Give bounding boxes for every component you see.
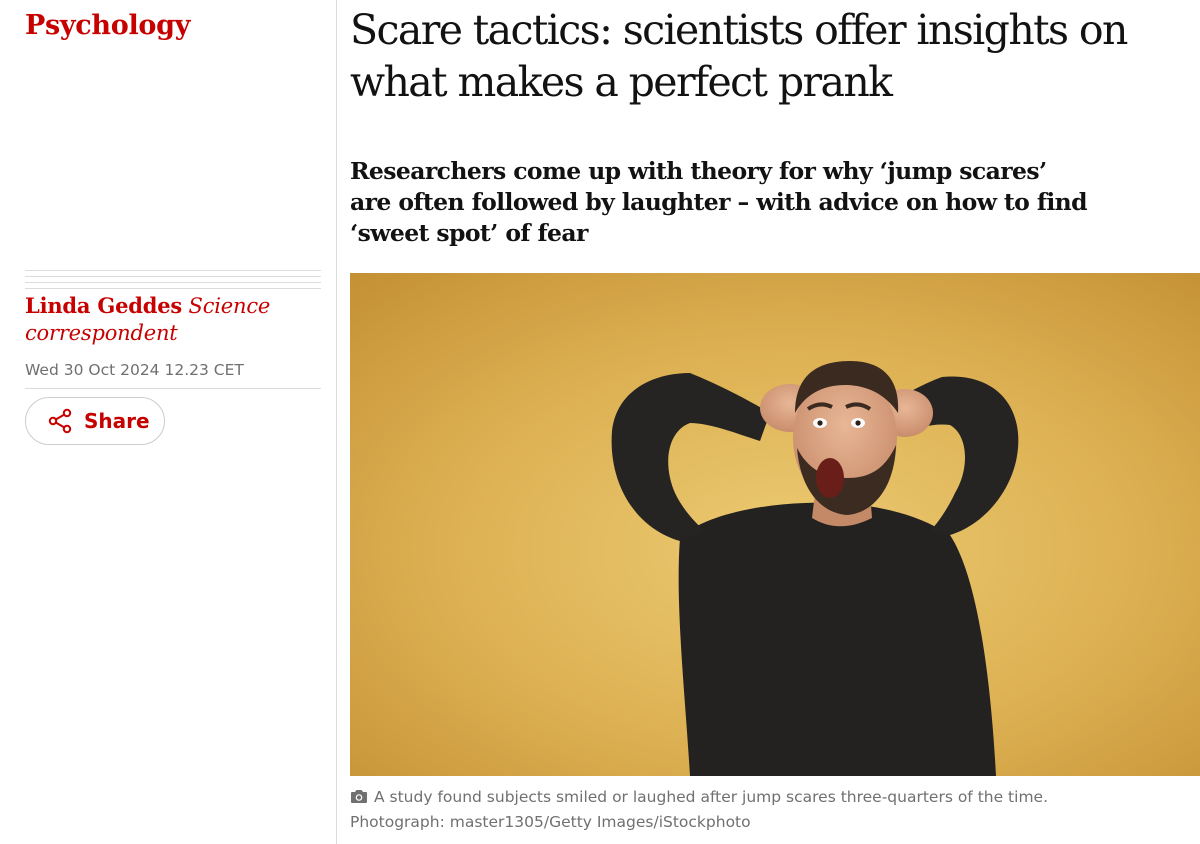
date-divider [25, 388, 321, 389]
article-headline: Scare tactics: scientists offer insights… [350, 6, 1128, 106]
left-column: Psychology Linda Geddes Science correspo… [0, 0, 336, 844]
photo-credit: Photograph: master1305/Getty Images/iSto… [350, 813, 751, 831]
byline: Linda Geddes Science correspondent [25, 292, 325, 347]
share-icon [46, 407, 74, 435]
share-label: Share [84, 409, 150, 433]
publish-date: Wed 30 Oct 2024 12.23 CET [25, 361, 244, 379]
camera-icon [350, 788, 368, 811]
share-button[interactable]: Share [25, 397, 165, 445]
author-link[interactable]: Linda Geddes [25, 293, 182, 318]
column-divider [336, 0, 337, 844]
section-label[interactable]: Psychology [25, 8, 190, 44]
photo-caption: A study found subjects smiled or laughed… [350, 786, 1200, 834]
article-photo [350, 273, 1200, 776]
caption-text: A study found subjects smiled or laughed… [374, 788, 1049, 806]
article-standfirst: Researchers come up with theory for why … [350, 157, 1088, 247]
byline-divider [25, 270, 321, 289]
